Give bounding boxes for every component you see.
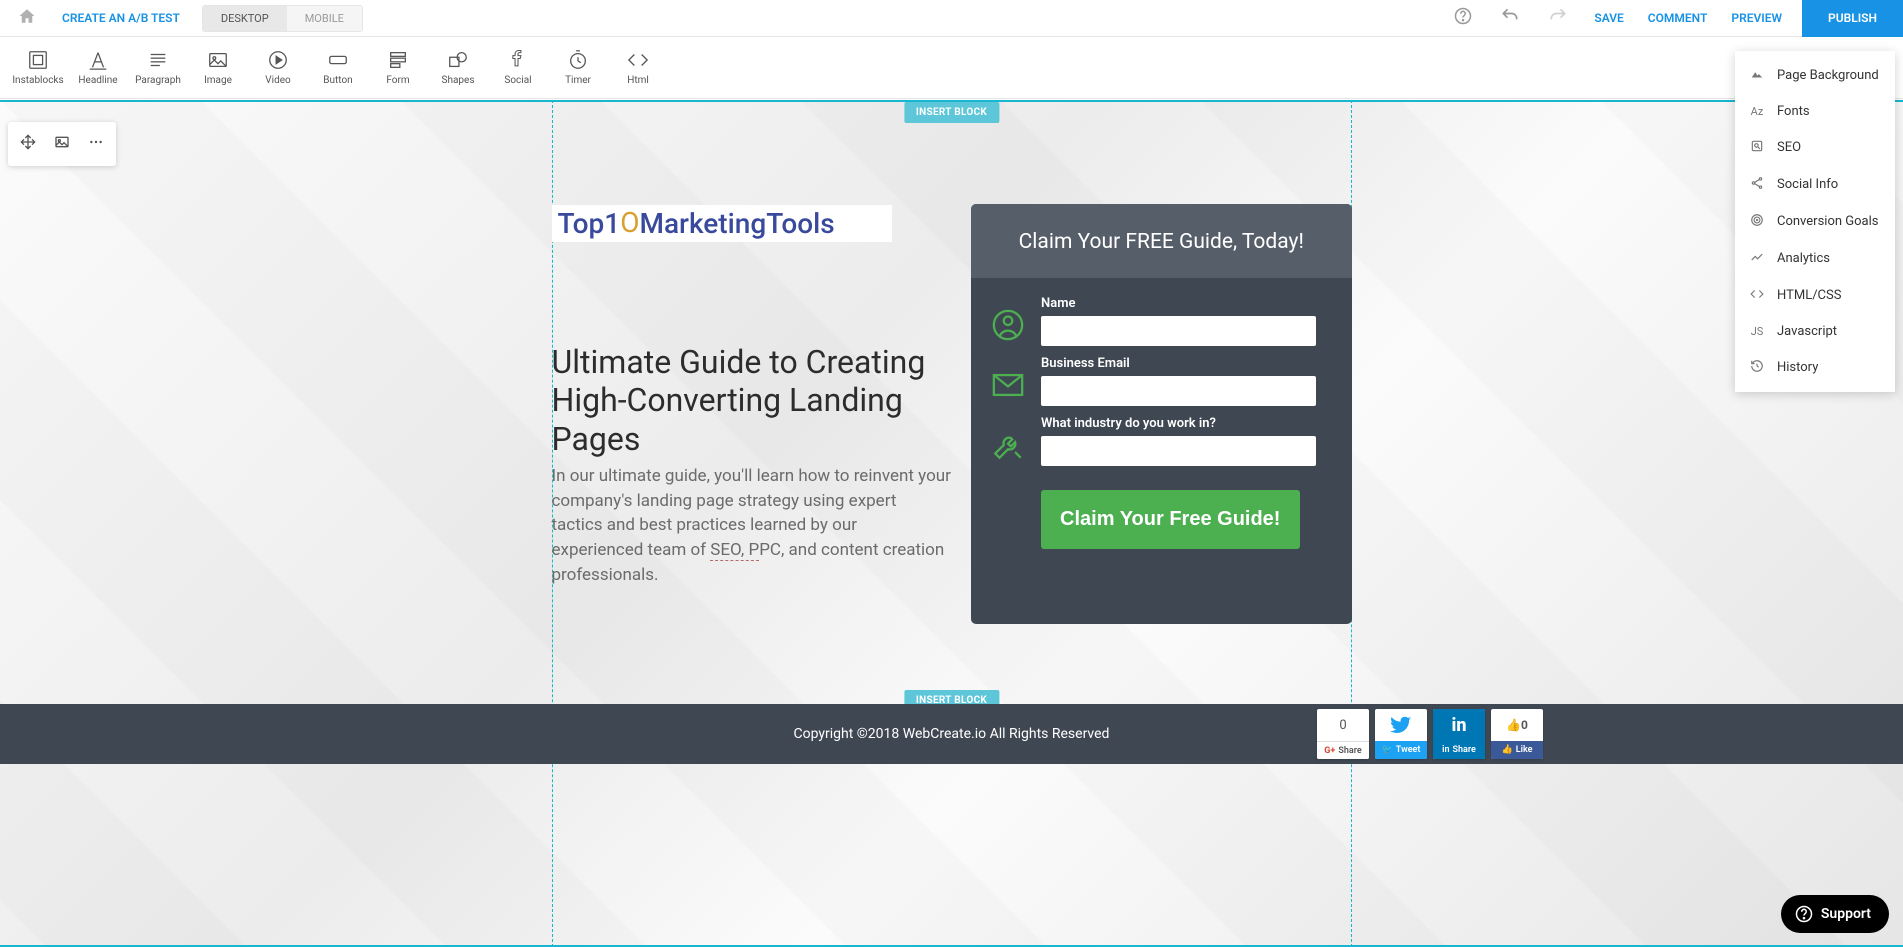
- footer-strip: Copyright ©2018 WebCreate.io All Rights …: [0, 704, 1903, 764]
- social-tool[interactable]: Social: [488, 49, 548, 86]
- industry-input[interactable]: [1041, 436, 1315, 466]
- facebook-count: 👍 0: [1491, 709, 1543, 741]
- settings-page-background[interactable]: Page Background: [1735, 57, 1895, 94]
- timer-tool[interactable]: Timer: [548, 49, 608, 86]
- settings-javascript[interactable]: JS Javascript: [1735, 314, 1895, 349]
- image-settings-icon[interactable]: [46, 128, 78, 160]
- logo-part2: MarketingTools: [639, 207, 834, 240]
- more-icon[interactable]: [80, 128, 112, 160]
- lead-form-card: Claim Your FREE Guide, Today! Name Busin…: [971, 204, 1351, 624]
- twitter-icon: [1375, 709, 1427, 741]
- form-row-industry: What industry do you work in?: [991, 416, 1315, 466]
- form-row-email: Business Email: [991, 356, 1315, 406]
- shapes-tool[interactable]: Shapes: [428, 49, 488, 86]
- googleplus-count: 0: [1317, 709, 1369, 741]
- form-row-name: Name: [991, 296, 1315, 346]
- button-label: Button: [323, 75, 352, 86]
- hero-left-column: Top1OMarketingTools Ultimate Guide to Cr…: [552, 210, 952, 690]
- settings-fonts[interactable]: Az Fonts: [1735, 94, 1895, 129]
- desktop-tab[interactable]: DESKTOP: [203, 6, 287, 31]
- name-label: Name: [1041, 296, 1315, 311]
- settings-social-info[interactable]: Social Info: [1735, 166, 1895, 203]
- settings-analytics[interactable]: Analytics: [1735, 240, 1895, 277]
- hero-headline[interactable]: Ultimate Guide to Creating High-Converti…: [552, 343, 952, 458]
- video-tool[interactable]: Video: [248, 49, 308, 86]
- redo-icon[interactable]: [1542, 0, 1574, 36]
- help-icon[interactable]: [1448, 1, 1478, 35]
- submit-button[interactable]: Claim Your Free Guide!: [1041, 490, 1299, 549]
- top-right-actions: SAVE COMMENT PREVIEW PUBLISH: [1448, 0, 1903, 37]
- html-tool[interactable]: Html: [608, 49, 668, 86]
- instablocks-tool[interactable]: Instablocks: [8, 49, 68, 86]
- home-icon[interactable]: [10, 0, 44, 37]
- facebook-like[interactable]: 👍 0 👍Like: [1491, 709, 1543, 759]
- mail-icon: [991, 368, 1025, 402]
- seo-icon: [1749, 139, 1765, 156]
- settings-conversion-goals[interactable]: Conversion Goals: [1735, 203, 1895, 240]
- move-icon[interactable]: [12, 128, 44, 160]
- form-label: Form: [386, 75, 409, 86]
- analytics-icon: [1749, 250, 1765, 267]
- settings-seo[interactable]: SEO: [1735, 129, 1895, 166]
- support-label: Support: [1821, 906, 1871, 922]
- settings-html-css[interactable]: HTML/CSS: [1735, 277, 1895, 314]
- social-widgets: 0 G+Share 🐦Tweet in inShare 👍 0 👍Like: [1317, 709, 1543, 759]
- email-input[interactable]: [1041, 376, 1315, 406]
- email-label: Business Email: [1041, 356, 1315, 371]
- paragraph-label: Paragraph: [135, 75, 181, 86]
- fonts-icon: Az: [1749, 105, 1765, 118]
- logo-circle: O: [620, 206, 639, 239]
- linkedin-icon: in: [1433, 709, 1485, 741]
- industry-label: What industry do you work in?: [1041, 416, 1315, 431]
- block-floating-toolbar: [8, 122, 116, 166]
- mountain-icon: [1749, 67, 1765, 84]
- twitter-tweet[interactable]: 🐦Tweet: [1375, 709, 1427, 759]
- top-bar: CREATE AN A/B TEST DESKTOP MOBILE SAVE C…: [0, 0, 1903, 37]
- paragraph-tool[interactable]: Paragraph: [128, 49, 188, 86]
- timer-label: Timer: [565, 75, 591, 86]
- element-toolbar: Instablocks Headline Paragraph Image Vid…: [0, 37, 1903, 99]
- settings-history[interactable]: History: [1735, 349, 1895, 386]
- undo-icon[interactable]: [1494, 0, 1526, 36]
- form-tool[interactable]: Form: [368, 49, 428, 86]
- video-label: Video: [265, 75, 290, 86]
- hero-paragraph[interactable]: In our ultimate guide, you'll learn how …: [552, 464, 952, 587]
- html-label: Html: [627, 75, 649, 86]
- preview-button[interactable]: PREVIEW: [1727, 11, 1786, 25]
- headline-label: Headline: [78, 75, 117, 86]
- button-tool[interactable]: Button: [308, 49, 368, 86]
- logo: Top1OMarketingTools: [552, 205, 892, 242]
- editor-canvas[interactable]: INSERT BLOCK INSERT BLOCK Top1OMarketing…: [0, 100, 1903, 947]
- comment-button[interactable]: COMMENT: [1644, 11, 1712, 25]
- user-icon: [991, 308, 1025, 342]
- support-widget[interactable]: Support: [1781, 895, 1889, 933]
- headline-tool[interactable]: Headline: [68, 49, 128, 86]
- create-ab-test-link[interactable]: CREATE AN A/B TEST: [52, 11, 190, 25]
- history-icon: [1749, 359, 1765, 376]
- social-label: Social: [504, 75, 531, 86]
- linkedin-share[interactable]: in inShare: [1433, 709, 1485, 759]
- viewport-toggle: DESKTOP MOBILE: [202, 5, 363, 32]
- image-label: Image: [204, 75, 232, 86]
- target-icon: [1749, 213, 1765, 230]
- mobile-tab[interactable]: MOBILE: [287, 6, 362, 31]
- save-button[interactable]: SAVE: [1590, 11, 1627, 25]
- form-body: Name Business Email What industry do you…: [971, 278, 1351, 569]
- share-icon: [1749, 176, 1765, 193]
- help-circle-icon: [1795, 905, 1813, 923]
- js-icon: JS: [1749, 325, 1765, 338]
- code-icon: [1749, 287, 1765, 304]
- publish-button[interactable]: PUBLISH: [1802, 0, 1903, 37]
- copyright-text: Copyright ©2018 WebCreate.io All Rights …: [794, 726, 1110, 742]
- instablocks-label: Instablocks: [12, 75, 63, 86]
- shapes-label: Shapes: [442, 75, 475, 86]
- image-tool[interactable]: Image: [188, 49, 248, 86]
- settings-dropdown: Page Background Az Fonts SEO Social Info…: [1735, 51, 1895, 392]
- form-heading[interactable]: Claim Your FREE Guide, Today!: [971, 204, 1351, 278]
- hero-section: Top1OMarketingTools Ultimate Guide to Cr…: [552, 100, 1352, 690]
- name-input[interactable]: [1041, 316, 1315, 346]
- tools-icon: [991, 428, 1025, 462]
- logo-part1: Top1: [558, 207, 621, 240]
- googleplus-share[interactable]: 0 G+Share: [1317, 709, 1369, 759]
